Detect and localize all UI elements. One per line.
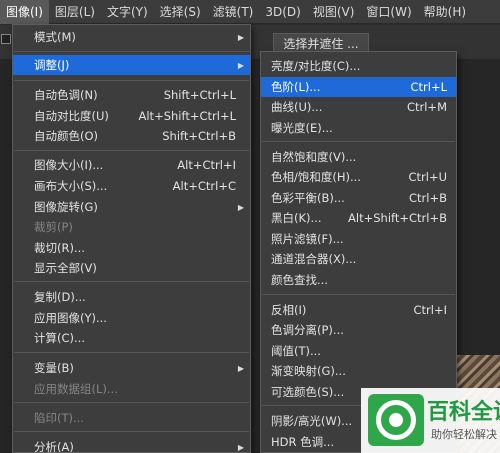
menu-bar: 图像(I) 图层(L) 文字(Y) 选择(S) 滤镜(T) 3D(D) 视图(V…	[0, 0, 500, 24]
submenu-item-color-balance[interactable]: 色彩平衡(B)... Ctrl+B	[261, 188, 456, 208]
submenu-item-invert[interactable]: 反相(I) Ctrl+I	[261, 300, 456, 320]
submenu-arrow-icon: ▶	[237, 202, 244, 212]
submenu-arrow-icon: ▶	[237, 32, 244, 42]
submenu-item-color-lookup[interactable]: 颜色查找...	[261, 270, 456, 290]
menu-window[interactable]: 窗口(W)	[360, 0, 417, 24]
submenu-item-vibrance[interactable]: 自然饱和度(V)...	[261, 147, 456, 167]
menu-item-calculations[interactable]: 计算(C)...	[13, 328, 250, 348]
menu-3d[interactable]: 3D(D)	[259, 0, 306, 24]
menu-item-trim[interactable]: 裁切(R)...	[13, 238, 250, 258]
menu-item-auto-tone[interactable]: 自动色调(N) Shift+Ctrl+L	[13, 85, 250, 105]
submenu-item-hue-saturation[interactable]: 色相/饱和度(H)... Ctrl+U	[261, 167, 456, 187]
menu-item-image-rotation[interactable]: 图像旋转(G) ▶	[13, 197, 250, 217]
submenu-item-threshold[interactable]: 阈值(T)...	[261, 341, 456, 361]
submenu-item-exposure[interactable]: 曝光度(E)...	[261, 118, 456, 138]
menu-item-analysis[interactable]: 分析(A) ▶	[13, 437, 250, 453]
separator	[14, 80, 249, 81]
separator	[14, 51, 249, 52]
menu-item-apply-image[interactable]: 应用图像(Y)...	[13, 308, 250, 328]
submenu-arrow-icon: ▶	[237, 363, 244, 373]
separator	[14, 431, 249, 432]
menu-filter[interactable]: 滤镜(T)	[207, 0, 260, 24]
menu-item-mode[interactable]: 模式(M) ▶	[13, 27, 250, 47]
submenu-arrow-icon: ▶	[237, 442, 244, 452]
separator	[14, 281, 249, 282]
separator	[14, 150, 249, 151]
menu-image[interactable]: 图像(I)	[0, 0, 49, 24]
logo-title: 百科全说	[427, 400, 500, 425]
menu-item-adjustments[interactable]: 调整(J) ▶	[13, 55, 250, 75]
separator	[262, 294, 455, 295]
menu-item-variables[interactable]: 变量(B) ▶	[13, 358, 250, 378]
submenu-item-levels[interactable]: 色阶(L)... Ctrl+L	[261, 77, 456, 97]
logo-subtitle: 助你轻松解决	[431, 428, 497, 441]
submenu-item-brightness-contrast[interactable]: 亮度/对比度(C)...	[261, 56, 456, 76]
menu-select[interactable]: 选择(S)	[154, 0, 207, 24]
menu-item-trap: 陷印(T)...	[34, 411, 84, 425]
menu-view[interactable]: 视图(V)	[307, 0, 361, 24]
menu-item-duplicate[interactable]: 复制(D)...	[13, 287, 250, 307]
submenu-item-channel-mixer[interactable]: 通道混合器(X)...	[261, 249, 456, 269]
separator	[14, 352, 249, 353]
submenu-arrow-icon: ▶	[237, 60, 244, 70]
separator	[14, 402, 249, 403]
menu-item-reveal-all[interactable]: 显示全部(V)	[13, 258, 250, 278]
tool-preset-icon[interactable]	[1, 34, 11, 44]
menu-item-auto-color[interactable]: 自动颜色(O) Shift+Ctrl+B	[13, 126, 250, 146]
menu-help[interactable]: 帮助(H)	[418, 0, 472, 24]
submenu-item-gradient-map[interactable]: 渐变映射(G)...	[261, 361, 456, 381]
submenu-item-curves[interactable]: 曲线(U)... Ctrl+M	[261, 97, 456, 117]
submenu-item-posterize[interactable]: 色调分离(P)...	[261, 320, 456, 340]
menu-item-apply-data-set: 应用数据组(L)...	[34, 382, 118, 396]
submenu-item-black-white[interactable]: 黑白(K)... Alt+Shift+Ctrl+B	[261, 208, 456, 228]
watermark-logo: 百科全说 助你轻松解决	[361, 388, 500, 453]
menu-item-auto-contrast[interactable]: 自动对比度(U) Alt+Shift+Ctrl+L	[13, 106, 250, 126]
image-menu: 模式(M) ▶ 调整(J) ▶ 自动色调(N) Shift+Ctrl+L 自动对…	[12, 24, 251, 453]
photoshop-window: 图像(I) 图层(L) 文字(Y) 选择(S) 滤镜(T) 3D(D) 视图(V…	[0, 0, 500, 453]
menu-item-crop: 裁剪(P)	[34, 220, 73, 234]
menu-item-image-size[interactable]: 图像大小(I)... Alt+Ctrl+I	[13, 155, 250, 175]
submenu-item-photo-filter[interactable]: 照片滤镜(F)...	[261, 229, 456, 249]
logo-mark-icon	[368, 394, 424, 446]
menu-layer[interactable]: 图层(L)	[49, 0, 101, 24]
separator	[262, 141, 455, 142]
menu-type[interactable]: 文字(Y)	[101, 0, 154, 24]
menu-item-canvas-size[interactable]: 画布大小(S)... Alt+Ctrl+C	[13, 176, 250, 196]
